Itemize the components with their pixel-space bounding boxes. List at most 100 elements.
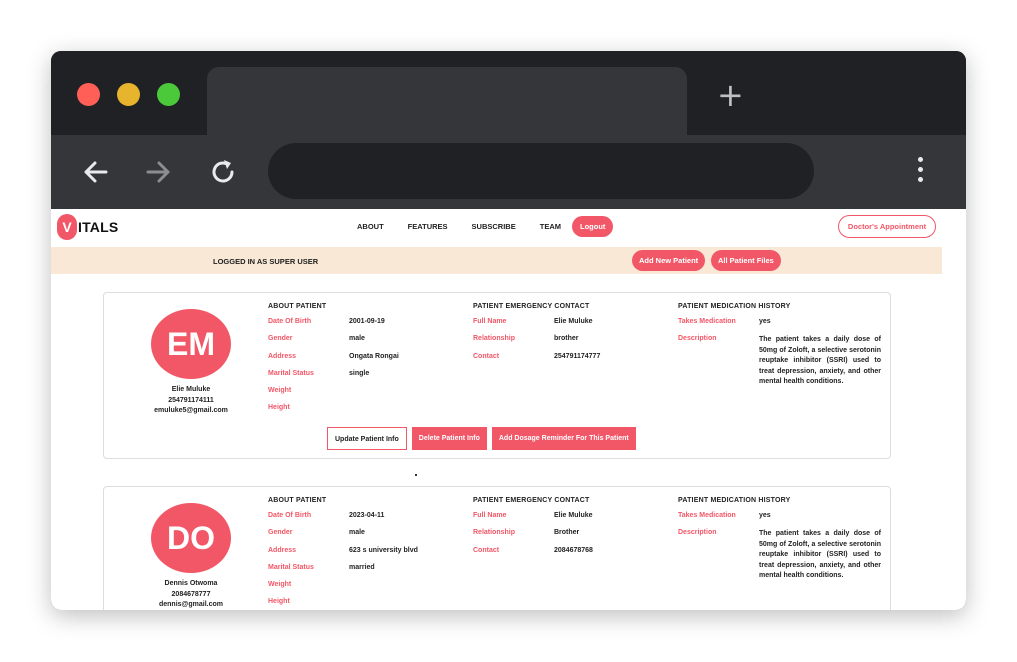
medication-history-section: PATIENT MEDICATION HISTORY Takes Medicat… (678, 303, 881, 388)
delete-patient-button[interactable]: Delete Patient Info (411, 427, 487, 450)
about-patient-section: ABOUT PATIENT Date Of Birth 2001-09-19 Ge… (268, 303, 399, 422)
patient-actions: Update Patient Info Delete Patient Info … (327, 427, 636, 450)
patient-phone: 254791174111 (168, 396, 214, 404)
patient-name: Elie Muluke (171, 386, 211, 393)
field-label: Full Name (473, 318, 507, 325)
patient-summary: Dennis Otwoma 2084678777 dennis@gmail.co… (104, 579, 278, 610)
section-heading: PATIENT EMERGENCY CONTACT (473, 497, 590, 504)
patient-name: Dennis Otwoma (164, 580, 218, 587)
field-value: Brother (554, 529, 580, 537)
field-label: Height (268, 404, 290, 412)
logo-initial: V (57, 214, 77, 240)
about-patient-section: ABOUT PATIENT Date Of Birth 2023-04-11 Ge… (268, 497, 418, 610)
all-patient-files-button[interactable]: All Patient Files (711, 250, 781, 271)
section-heading: ABOUT PATIENT (268, 497, 327, 504)
patient-phone: 2084678777 (171, 590, 211, 598)
browser-window: + V ITALS ABOUT FEATURES SUBSCRIBE TEAM (51, 51, 966, 610)
field-row: Description The patient takes a daily dos… (678, 529, 881, 582)
logout-button[interactable]: Logout (572, 216, 614, 237)
add-dosage-reminder-button[interactable]: Add Dosage Reminder For This Patient (491, 427, 636, 450)
field-value: 623 s university blvd (349, 546, 418, 554)
patient-card: EM Elie Muluke 254791174111 emuluke5@gma… (103, 292, 891, 459)
field-row: Date Of Birth 2001-09-19 (268, 318, 399, 335)
field-row: Relationship brother (473, 335, 600, 352)
field-row: Gender male (268, 529, 418, 546)
field-value: married (349, 563, 375, 571)
back-arrow-icon[interactable] (79, 155, 113, 189)
browser-toolbar (51, 135, 966, 209)
field-label: Date Of Birth (268, 512, 312, 519)
field-value: brother (554, 335, 579, 343)
field-label: Contact (473, 546, 500, 554)
field-row: Takes Medication yes (678, 318, 881, 335)
nav-subscribe[interactable]: SUBSCRIBE (472, 222, 516, 231)
site-logo[interactable]: V ITALS (57, 214, 118, 240)
field-value: 254791174777 (554, 352, 601, 360)
field-value: yes (759, 512, 771, 519)
field-value: Elie Muluke (554, 318, 593, 325)
field-label: Address (268, 352, 297, 360)
field-label: Weight (268, 581, 292, 589)
doctors-appointment-button[interactable]: Doctor's Appointment (838, 215, 936, 238)
field-label: Gender (268, 335, 293, 343)
browser-tab[interactable] (207, 67, 687, 135)
field-label: Gender (268, 529, 293, 537)
update-patient-button[interactable]: Update Patient Info (327, 427, 407, 450)
main-nav: ABOUT FEATURES SUBSCRIBE TEAM (357, 222, 561, 231)
nav-features[interactable]: FEATURES (408, 222, 448, 231)
field-row: Marital Status married (268, 564, 418, 581)
maximize-window-button[interactable] (157, 83, 180, 106)
nav-team[interactable]: TEAM (540, 222, 561, 231)
admin-bar: LOGGED IN AS SUPER USER Add New Patient … (51, 247, 942, 274)
field-value: 2023-04-11 (349, 512, 385, 519)
field-row: Takes Medication yes (678, 512, 881, 529)
field-value: single (349, 369, 370, 377)
field-label: Date Of Birth (268, 318, 312, 325)
field-row: Weight (268, 387, 399, 404)
field-row: Date Of Birth 2023-04-11 (268, 512, 418, 529)
patient-summary: Elie Muluke 254791174111 emuluke5@gmail.… (104, 385, 278, 417)
field-row: Marital Status single (268, 370, 399, 387)
nav-about[interactable]: ABOUT (357, 222, 384, 231)
field-label: Weight (268, 387, 292, 395)
address-bar[interactable] (268, 143, 814, 199)
field-label: Description (678, 529, 717, 537)
medication-description: The patient takes a daily dose of 50mg o… (759, 336, 881, 386)
new-tab-button[interactable]: + (717, 79, 744, 111)
field-row: Gender male (268, 335, 399, 352)
field-row: Contact 254791174777 (473, 353, 600, 370)
patient-email: dennis@gmail.com (158, 601, 223, 608)
field-row: Height (268, 404, 399, 421)
field-value: 2084678768 (554, 546, 593, 554)
avatar: DO (151, 503, 231, 573)
close-window-button[interactable] (77, 83, 100, 106)
field-value: male (349, 529, 365, 537)
medication-history-section: PATIENT MEDICATION HISTORY Takes Medicat… (678, 497, 881, 582)
avatar: EM (151, 309, 231, 379)
field-row: Address Ongata Rongai (268, 353, 399, 370)
medication-description: The patient takes a daily dose of 50mg o… (759, 530, 881, 580)
field-row: Height (268, 598, 418, 610)
field-value: Ongata Rongai (349, 352, 399, 360)
logo-text: ITALS (78, 219, 119, 235)
field-row: Address 623 s university blvd (268, 547, 418, 564)
add-new-patient-button[interactable]: Add New Patient (632, 250, 706, 271)
field-row: Full Name Elie Muluke (473, 512, 593, 529)
emergency-contact-section: PATIENT EMERGENCY CONTACT Full Name Elie … (473, 497, 593, 564)
field-value: male (349, 335, 365, 343)
more-vertical-icon[interactable] (913, 157, 927, 187)
field-value: 2001-09-19 (349, 318, 385, 325)
section-heading: PATIENT EMERGENCY CONTACT (473, 303, 590, 310)
section-heading: PATIENT MEDICATION HISTORY (678, 303, 791, 310)
field-row: Description The patient takes a daily dos… (678, 335, 881, 388)
minimize-window-button[interactable] (117, 83, 140, 106)
forward-arrow-icon[interactable] (141, 155, 175, 189)
field-row: Full Name Elie Muluke (473, 318, 600, 335)
patient-email: emuluke5@gmail.com (154, 407, 228, 414)
field-label: Contact (473, 352, 500, 360)
field-label: Takes Medication (678, 318, 736, 325)
field-row: Contact 2084678768 (473, 547, 593, 564)
reload-icon[interactable] (206, 155, 240, 189)
page-viewport: V ITALS ABOUT FEATURES SUBSCRIBE TEAM Lo… (51, 209, 966, 610)
site-header: V ITALS ABOUT FEATURES SUBSCRIBE TEAM Lo… (51, 209, 966, 246)
